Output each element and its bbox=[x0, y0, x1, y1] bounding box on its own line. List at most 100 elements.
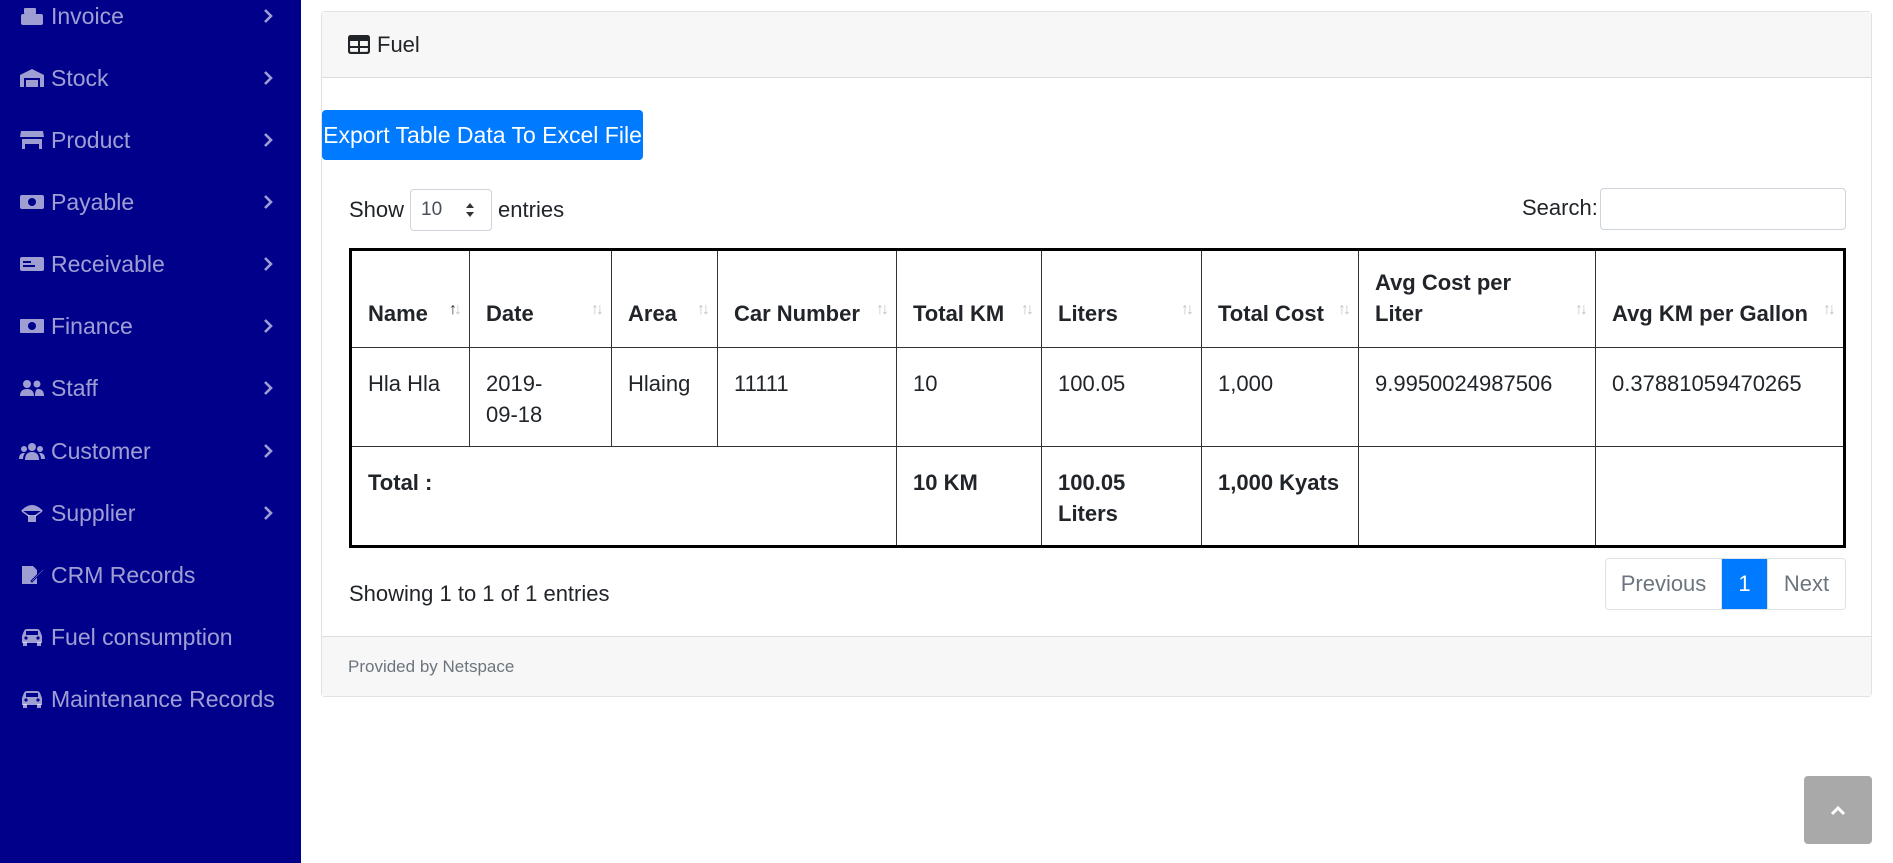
table-info: Showing 1 to 1 of 1 entries bbox=[349, 581, 610, 606]
sidebar-item-label: CRM Records bbox=[51, 561, 196, 588]
chevron-right-icon bbox=[261, 255, 275, 273]
sidebar-item-finance[interactable]: Finance bbox=[0, 295, 301, 357]
sort-arrows-icon bbox=[466, 203, 475, 217]
sidebar-item-payable[interactable]: Payable bbox=[0, 171, 301, 233]
sort-icon: ↑↓ bbox=[1823, 301, 1836, 318]
table-row: Hla Hla 2019-09-18 Hlaing 11111 10 100.0… bbox=[350, 347, 1845, 447]
card-title: Fuel bbox=[377, 31, 420, 57]
column-header-avg-km-per-gallon[interactable]: Avg KM per Gallon ↑↓ bbox=[1595, 249, 1845, 348]
chevron-up-icon bbox=[1830, 805, 1846, 816]
total-empty-cell bbox=[1595, 446, 1845, 547]
column-header-date[interactable]: Date ↑↓ bbox=[469, 249, 612, 348]
entries-label: entries bbox=[498, 197, 565, 222]
money-bill-icon bbox=[18, 190, 46, 214]
chevron-right-icon bbox=[261, 379, 275, 397]
chevron-right-icon bbox=[261, 131, 275, 149]
column-header-area[interactable]: Area ↑↓ bbox=[611, 249, 718, 348]
sort-icon: ↑↓ bbox=[876, 301, 889, 318]
sidebar-item-label: Fuel consumption bbox=[51, 623, 233, 650]
car-icon bbox=[18, 687, 46, 711]
cell-total-cost: 1,000 bbox=[1201, 347, 1359, 447]
cell-area: Hlaing bbox=[611, 347, 718, 447]
cell-avg-km-per-gallon: 0.37881059470265 bbox=[1595, 347, 1845, 447]
sidebar-item-label: Maintenance Records bbox=[51, 685, 275, 712]
sidebar: Invoice Stock Product Payable Receivable Fina… bbox=[0, 0, 301, 863]
cell-avg-cost-per-liter: 9.9950024987506 bbox=[1358, 347, 1596, 447]
search-label: Search: bbox=[1522, 195, 1598, 220]
table-total-row: Total : 10 KM 100.05 Liters 1,000 Kyats bbox=[350, 446, 1845, 547]
next-page-button[interactable]: Next bbox=[1767, 559, 1845, 609]
chevron-right-icon bbox=[261, 504, 275, 522]
previous-page-button[interactable]: Previous bbox=[1606, 559, 1722, 609]
cell-car-number: 11111 bbox=[717, 347, 897, 447]
sidebar-item-fuel-consumption[interactable]: Fuel consumption bbox=[0, 606, 301, 668]
entries-select[interactable]: 10 bbox=[410, 189, 493, 231]
page-1-button[interactable]: 1 bbox=[1722, 559, 1767, 609]
sidebar-item-customer[interactable]: Customer bbox=[0, 420, 301, 482]
column-header-car-number[interactable]: Car Number ↑↓ bbox=[717, 249, 897, 348]
cash-register-icon bbox=[18, 4, 46, 28]
column-header-total-cost[interactable]: Total Cost ↑↓ bbox=[1201, 249, 1359, 348]
parachute-box-icon bbox=[18, 501, 46, 525]
table-icon bbox=[348, 35, 370, 54]
cell-total-km: 10 bbox=[896, 347, 1042, 447]
chevron-right-icon bbox=[261, 69, 275, 87]
total-km: 10 KM bbox=[896, 446, 1042, 547]
sidebar-item-supplier[interactable]: Supplier bbox=[0, 482, 301, 544]
sidebar-item-stock[interactable]: Stock bbox=[0, 47, 301, 109]
user-friends-icon bbox=[18, 376, 46, 400]
sidebar-item-maintenance-records[interactable]: Maintenance Records bbox=[0, 668, 301, 730]
sidebar-item-crm-records[interactable]: CRM Records bbox=[0, 544, 301, 606]
sort-icon: ↑↓ bbox=[1021, 301, 1034, 318]
pagination: Previous 1 Next bbox=[1605, 558, 1846, 610]
show-label: Show bbox=[349, 197, 405, 222]
sidebar-item-receivable[interactable]: Receivable bbox=[0, 233, 301, 295]
search-input[interactable] bbox=[1600, 188, 1846, 230]
sidebar-item-label: Stock bbox=[51, 64, 109, 91]
fuel-table: Name ↑↓ Date ↑↓ Area ↑↓ Car Number ↑↓ Total … bbox=[349, 248, 1846, 548]
car-icon bbox=[18, 625, 46, 649]
cell-date: 2019-09-18 bbox=[469, 347, 612, 447]
sidebar-item-product[interactable]: Product bbox=[0, 109, 301, 171]
users-icon bbox=[18, 439, 46, 463]
chevron-right-icon bbox=[261, 7, 275, 25]
sort-icon: ↑↓ bbox=[1575, 301, 1588, 318]
column-header-liters[interactable]: Liters ↑↓ bbox=[1041, 249, 1202, 348]
chevron-right-icon bbox=[261, 317, 275, 335]
sort-icon: ↑↓ bbox=[1338, 301, 1351, 318]
sidebar-item-label: Customer bbox=[51, 437, 151, 464]
entries-length-control: Show 10 entries bbox=[349, 188, 564, 232]
money-check-icon bbox=[18, 252, 46, 276]
sidebar-item-label: Invoice bbox=[51, 2, 124, 29]
cell-liters: 100.05 bbox=[1041, 347, 1202, 447]
chevron-right-icon bbox=[261, 442, 275, 460]
sidebar-item-staff[interactable]: Staff bbox=[0, 357, 301, 419]
sidebar-item-label: Staff bbox=[51, 374, 98, 401]
sidebar-item-label: Payable bbox=[51, 188, 135, 215]
total-label: Total : bbox=[350, 446, 897, 547]
sidebar-item-label: Finance bbox=[51, 312, 133, 339]
sort-asc-icon: ↑↓ bbox=[449, 301, 462, 318]
entries-select-value: 10 bbox=[421, 199, 443, 220]
warehouse-icon bbox=[18, 66, 46, 90]
store-icon bbox=[18, 128, 46, 152]
column-header-avg-cost-per-liter[interactable]: Avg Cost per Liter ↑↓ bbox=[1358, 249, 1596, 348]
fuel-card: Fuel Export Table Data To Excel File Sho… bbox=[321, 11, 1872, 697]
sidebar-item-label: Supplier bbox=[51, 499, 136, 526]
sidebar-item-label: Product bbox=[51, 126, 131, 153]
column-header-name[interactable]: Name ↑↓ bbox=[350, 249, 470, 348]
cell-name: Hla Hla bbox=[350, 347, 470, 447]
export-excel-button[interactable]: Export Table Data To Excel File bbox=[322, 110, 643, 160]
total-cost: 1,000 Kyats bbox=[1201, 446, 1359, 547]
card-header: Fuel bbox=[322, 12, 1871, 78]
scroll-to-top-button[interactable] bbox=[1804, 776, 1872, 844]
file-signature-icon bbox=[18, 563, 46, 587]
column-header-total-km[interactable]: Total KM ↑↓ bbox=[896, 249, 1042, 348]
chevron-right-icon bbox=[261, 193, 275, 211]
table-header-row: Name ↑↓ Date ↑↓ Area ↑↓ Car Number ↑↓ Total … bbox=[350, 249, 1845, 348]
card-footer: Provided by Netspace bbox=[322, 636, 1871, 696]
sidebar-item-invoice[interactable]: Invoice bbox=[0, 0, 301, 47]
total-liters: 100.05 Liters bbox=[1041, 446, 1202, 547]
money-bill-wave-icon bbox=[18, 314, 46, 338]
sort-icon: ↑↓ bbox=[697, 301, 710, 318]
